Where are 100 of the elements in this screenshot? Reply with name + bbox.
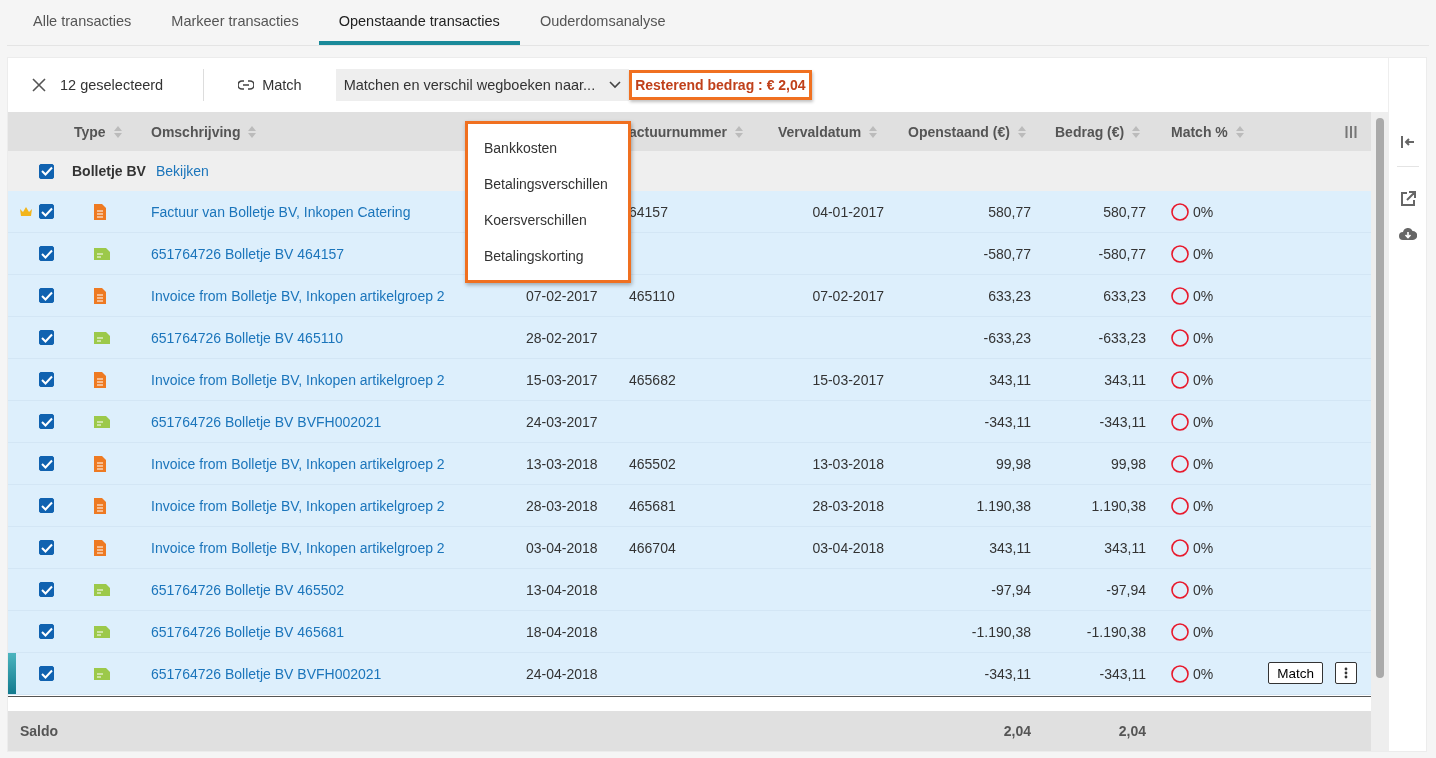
transaction-link[interactable]: Invoice from Bolletje BV, Inkopen artikelgroep 2 — [151, 287, 445, 304]
menu-item[interactable]: Bankkosten — [468, 130, 628, 166]
transaction-link[interactable]: Invoice from Bolletje BV, Inkopen artikelgroep 2 — [151, 455, 445, 472]
checkbox[interactable] — [39, 372, 54, 387]
checkbox[interactable] — [39, 666, 54, 681]
ring-icon — [1171, 412, 1189, 431]
match-percentage: 0% — [1193, 581, 1214, 598]
transaction-link[interactable]: Invoice from Bolletje BV, Inkopen artikelgroep 2 — [151, 539, 445, 556]
ring-icon — [1171, 454, 1189, 473]
invoice-number-cell: 465682 — [629, 371, 676, 388]
amount-cell: -580,77 — [1098, 245, 1146, 262]
menu-item[interactable]: Betalingskorting — [468, 238, 628, 274]
tab[interactable]: Markeer transacties — [151, 0, 319, 45]
checkbox[interactable] — [39, 456, 54, 471]
ring-icon — [1171, 286, 1189, 305]
match-percentage: 0% — [1193, 665, 1214, 682]
due-date-cell: 07-02-2017 — [812, 287, 884, 304]
ring-icon — [1171, 202, 1189, 221]
cloud-download-icon[interactable] — [1398, 227, 1417, 241]
amount-cell: -97,94 — [991, 581, 1031, 598]
match-percentage: 0% — [1193, 413, 1214, 430]
checkbox[interactable] — [39, 498, 54, 513]
link-icon — [238, 80, 255, 90]
column-header[interactable]: Bedrag (€) — [1055, 123, 1125, 140]
column-header[interactable]: Match % — [1171, 123, 1228, 140]
document-icon — [94, 497, 106, 514]
menu-item[interactable]: Betalingsverschillen — [468, 166, 628, 202]
sort-icon — [248, 125, 257, 138]
total-label: Saldo — [20, 723, 59, 739]
column-header[interactable]: actuurnummer — [629, 123, 728, 140]
checkbox[interactable] — [39, 330, 54, 345]
tab[interactable]: Ouderdomsanalyse — [519, 0, 686, 45]
column-header[interactable]: Omschrijving — [151, 123, 241, 140]
ring-icon — [1171, 328, 1189, 347]
amount-cell: 99,98 — [1110, 455, 1146, 472]
document-icon — [94, 539, 106, 556]
document-icon — [94, 287, 106, 304]
column-header[interactable]: Openstaand (€) — [908, 123, 1010, 140]
checkbox[interactable] — [39, 582, 54, 597]
match-percentage: 0% — [1193, 371, 1214, 388]
receipt-icon — [94, 415, 110, 428]
scrollbar-thumb[interactable] — [1375, 118, 1384, 678]
checkbox[interactable] — [39, 624, 54, 639]
invoice-number-cell: 465681 — [629, 497, 676, 514]
sort-icon — [1235, 125, 1244, 138]
match-percentage: 0% — [1193, 287, 1214, 304]
receipt-icon — [94, 331, 110, 344]
transaction-link[interactable]: 651764726 Bolletje BV 465681 — [151, 623, 345, 640]
transaction-link[interactable]: Factuur van Bolletje BV, Inkopen Catering — [151, 203, 411, 220]
transaction-link[interactable]: 651764726 Bolletje BV BVFH002021 — [151, 413, 382, 430]
ring-icon — [1171, 244, 1189, 263]
due-date-cell: 03-04-2018 — [812, 539, 884, 556]
view-link[interactable]: Bekijken — [155, 163, 209, 179]
amount-cell: 343,11 — [989, 371, 1031, 388]
ring-icon — [1171, 370, 1189, 389]
chevron-down-icon — [609, 81, 622, 89]
checkbox[interactable] — [39, 163, 54, 179]
match-percentage: 0% — [1193, 203, 1214, 220]
total-amount: 2,04 — [1118, 723, 1146, 739]
amount-cell: -633,23 — [1098, 329, 1146, 346]
checkbox[interactable] — [39, 246, 54, 261]
column-header[interactable]: Type — [74, 123, 106, 140]
date-cell: 28-03-2018 — [526, 497, 598, 514]
receipt-icon — [94, 247, 110, 260]
match-percentage: 0% — [1193, 455, 1214, 472]
checkbox[interactable] — [39, 414, 54, 429]
receipt-icon — [94, 667, 110, 680]
document-icon — [94, 455, 106, 472]
date-cell: 28-02-2017 — [526, 329, 598, 346]
transaction-link[interactable]: 651764726 Bolletje BV 465110 — [151, 329, 343, 346]
receipt-icon — [94, 583, 110, 596]
sort-icon — [735, 125, 744, 138]
transaction-link[interactable]: Invoice from Bolletje BV, Inkopen artikelgroep 2 — [151, 371, 445, 388]
amount-cell: -580,77 — [983, 245, 1031, 262]
match-button[interactable]: Match — [224, 73, 316, 97]
amount-cell: 343,11 — [989, 539, 1031, 556]
external-link-icon[interactable] — [1399, 191, 1416, 207]
amount-cell: -1.190,38 — [971, 623, 1031, 640]
tab[interactable]: Alle transacties — [13, 0, 152, 45]
checkbox[interactable] — [39, 288, 54, 303]
transaction-link[interactable]: 651764726 Bolletje BV 465502 — [151, 581, 345, 598]
transaction-link[interactable]: 651764726 Bolletje BV 464157 — [151, 245, 345, 262]
checkbox[interactable] — [39, 540, 54, 555]
menu-item[interactable]: Koersverschillen — [468, 202, 628, 238]
amount-cell: -1.190,38 — [1086, 623, 1146, 640]
match-percentage: 0% — [1193, 329, 1214, 346]
action-dropdown[interactable]: Matchen en verschil wegboeken naar... — [335, 69, 630, 101]
amount-cell: 633,23 — [1103, 287, 1146, 304]
transaction-link[interactable]: 651764726 Bolletje BV BVFH002021 — [151, 665, 382, 682]
due-date-cell: 04-01-2017 — [812, 203, 884, 220]
date-cell: 15-03-2017 — [526, 371, 598, 388]
transaction-link[interactable]: Invoice from Bolletje BV, Inkopen artikelgroep 2 — [151, 497, 445, 514]
ring-icon — [1171, 622, 1189, 641]
checkbox[interactable] — [39, 204, 54, 219]
more-button[interactable] — [1335, 662, 1357, 684]
column-header[interactable]: Vervaldatum — [778, 123, 862, 140]
match-button[interactable]: Match — [1268, 662, 1323, 684]
collapse-icon[interactable] — [1399, 134, 1416, 150]
amount-cell: 1.190,38 — [976, 497, 1031, 514]
date-cell: 13-03-2018 — [526, 455, 598, 472]
